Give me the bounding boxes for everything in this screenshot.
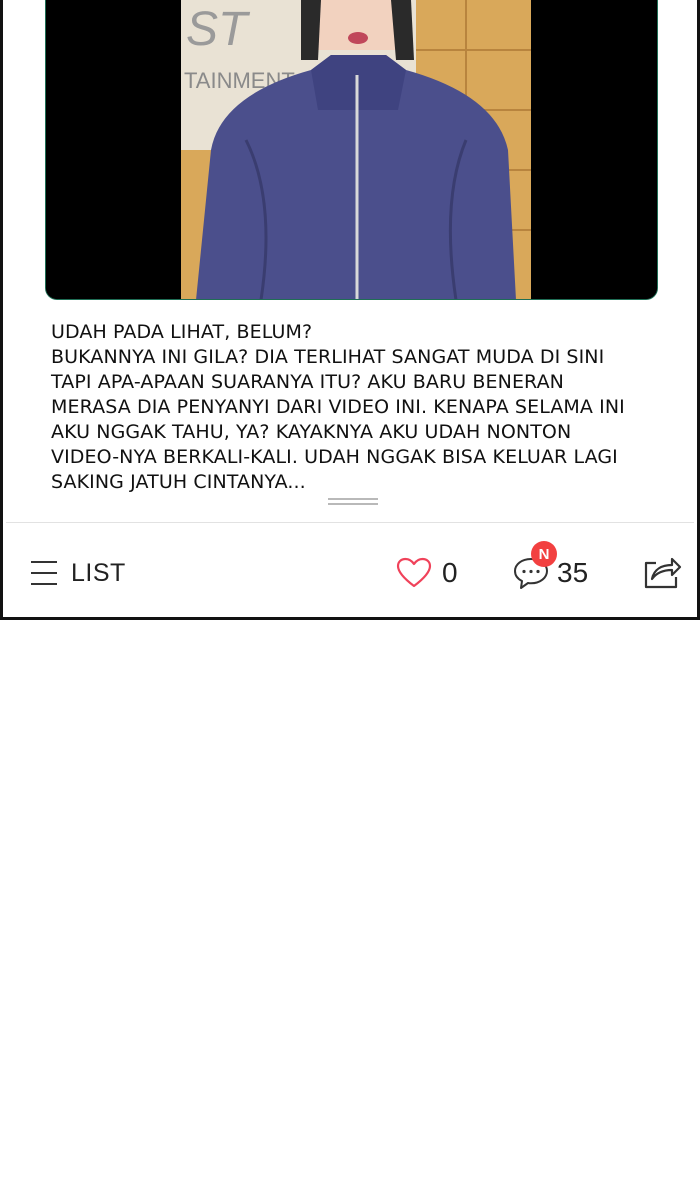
post-panel: ST TAINMENT UDAH PADA LIHAT, BELUM? BUKA… bbox=[0, 0, 700, 620]
new-comment-badge: N bbox=[531, 541, 557, 567]
thumbnail-illustration: ST TAINMENT bbox=[46, 0, 657, 299]
hamburger-menu-icon bbox=[31, 561, 57, 585]
list-label: LIST bbox=[71, 558, 126, 587]
caption-line: BUKANNYA INI GILA? DIA TERLIHAT SANGAT M… bbox=[51, 346, 605, 368]
comment-button[interactable]: N 35 bbox=[513, 541, 589, 593]
comment-count: 35 bbox=[557, 557, 589, 588]
caption-line: UDAH PADA LIHAT, BELUM? bbox=[51, 321, 313, 343]
share-arrow-icon bbox=[644, 557, 682, 589]
expand-handle[interactable] bbox=[328, 498, 378, 508]
heart-outline-icon bbox=[396, 557, 432, 588]
caption-line: MERASA DIA PENYANYI DARI VIDEO INI. KENA… bbox=[51, 396, 625, 418]
caption-line: VIDEO-NYA BERKALI-KALI. UDAH NGGAK BISA … bbox=[51, 446, 618, 468]
caption-line: AKU NGGAK TAHU, YA? KAYAKNYA AKU UDAH NO… bbox=[51, 421, 572, 443]
post-caption: UDAH PADA LIHAT, BELUM? BUKANNYA INI GIL… bbox=[51, 320, 666, 495]
sign-text-top: ST bbox=[186, 3, 251, 56]
share-button[interactable] bbox=[642, 551, 682, 591]
list-button[interactable]: LIST bbox=[29, 553, 219, 593]
video-thumbnail[interactable]: ST TAINMENT bbox=[45, 0, 658, 300]
action-bar: LIST 0 N 35 bbox=[6, 523, 694, 617]
like-count: 0 bbox=[442, 557, 458, 588]
like-button[interactable]: 0 bbox=[396, 553, 458, 593]
caption-line: SAKING JATUH CINTANYA... bbox=[51, 471, 306, 493]
caption-line: TAPI APA-APAAN SUARANYA ITU? AKU BARU BE… bbox=[51, 371, 564, 393]
